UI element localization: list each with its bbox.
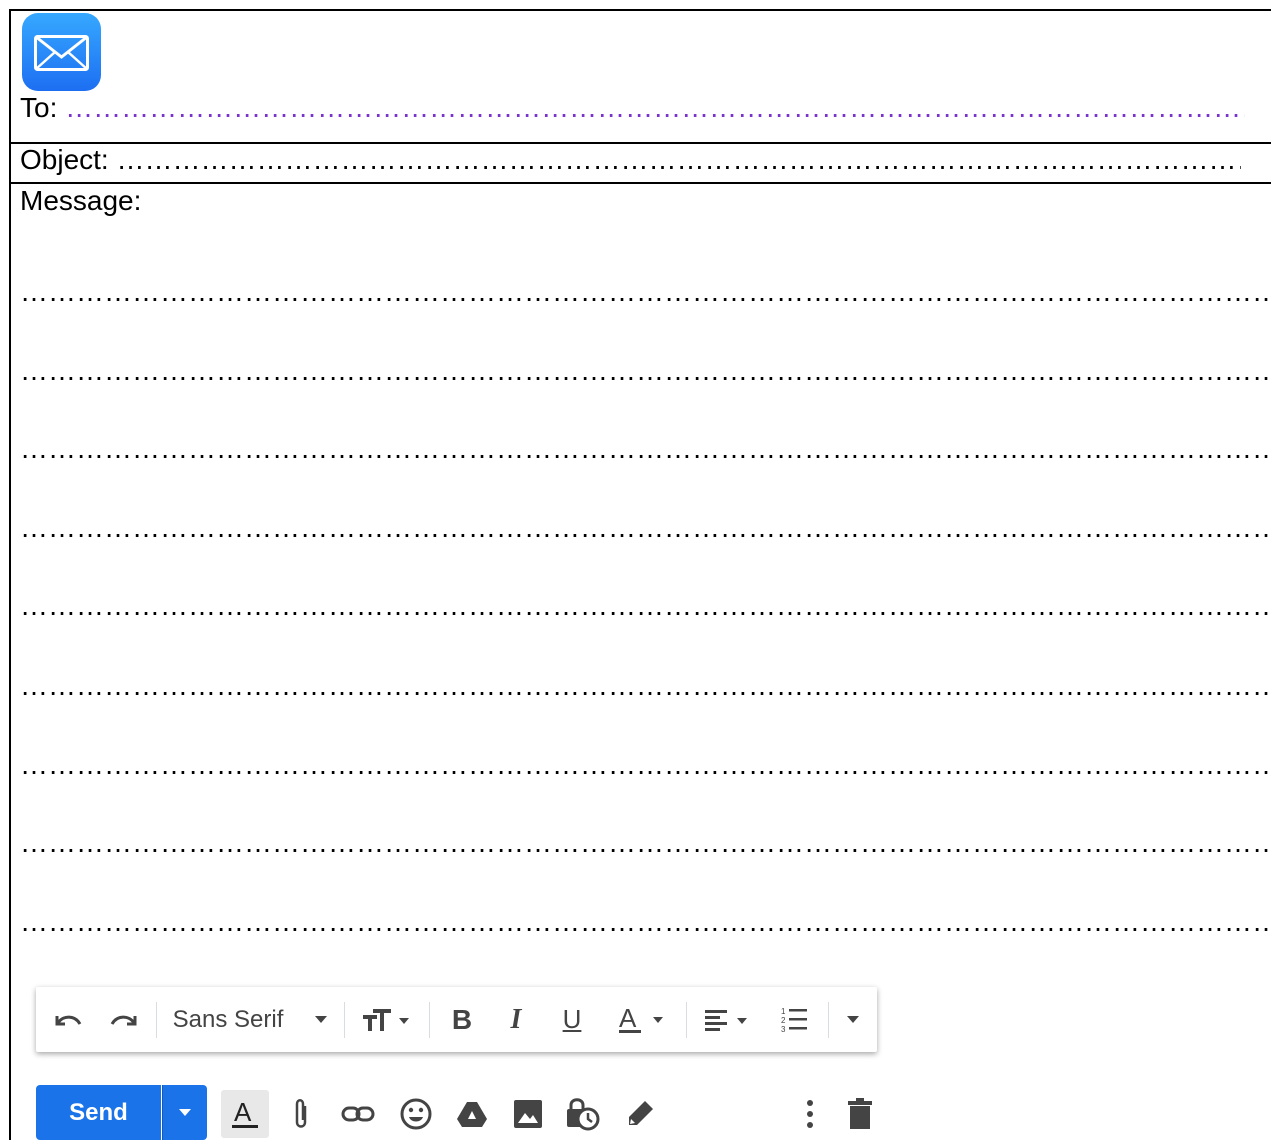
to-label: To: xyxy=(20,92,66,123)
message-line[interactable]: …………………………………………………………………………………………………………… xyxy=(20,590,1271,622)
message-line[interactable]: …………………………………………………………………………………………………………… xyxy=(20,670,1271,702)
emoji-icon[interactable] xyxy=(396,1090,436,1138)
send-options-button[interactable] xyxy=(162,1085,207,1140)
undo-icon[interactable] xyxy=(48,987,88,1052)
svg-text:3: 3 xyxy=(781,1025,786,1034)
toolbar-separator xyxy=(429,1002,430,1038)
trash-icon[interactable] xyxy=(842,1090,878,1138)
bold-icon[interactable]: B xyxy=(444,987,480,1052)
numbered-list-icon[interactable]: 1 2 3 xyxy=(774,987,814,1052)
message-line[interactable]: …………………………………………………………………………………………………………… xyxy=(20,355,1271,387)
toolbar-separator xyxy=(344,1002,345,1038)
font-family-select[interactable]: Sans Serif xyxy=(168,987,288,1052)
align-icon[interactable] xyxy=(698,987,758,1052)
message-line[interactable]: …………………………………………………………………………………………………………… xyxy=(20,512,1271,544)
text-size-icon[interactable] xyxy=(356,987,416,1052)
message-line[interactable]: …………………………………………………………………………………………………………… xyxy=(20,906,1271,938)
link-icon[interactable] xyxy=(338,1090,378,1138)
svg-text:A: A xyxy=(234,1097,252,1127)
form-frame xyxy=(9,9,1271,1140)
object-field[interactable]: Object: ……………………………………………………………………………………… xyxy=(20,144,1241,176)
mail-app-icon xyxy=(22,13,101,91)
message-line[interactable]: …………………………………………………………………………………………………………… xyxy=(20,276,1271,308)
confidential-icon[interactable] xyxy=(562,1090,602,1138)
photo-icon[interactable] xyxy=(508,1090,548,1138)
underline-icon[interactable]: U xyxy=(554,987,590,1052)
drive-icon[interactable] xyxy=(452,1090,492,1138)
to-input-dots[interactable]: …………………………………………………………………………………………………………… xyxy=(65,92,1245,124)
toolbar-separator xyxy=(686,1002,687,1038)
italic-icon[interactable]: I xyxy=(498,987,534,1052)
svg-text:2: 2 xyxy=(781,1016,786,1025)
message-label: Message: xyxy=(20,185,142,216)
divider-object xyxy=(9,182,1271,184)
to-field[interactable]: To: ………………………………………………………………………………………………… xyxy=(20,92,1245,124)
formatting-toolbar: Sans Serif B I U A 1 2 3 xyxy=(36,987,877,1052)
attach-icon[interactable] xyxy=(286,1090,316,1138)
svg-text:A: A xyxy=(619,1005,637,1033)
object-input-dots[interactable]: …………………………………………………………………………………………………………… xyxy=(116,144,1241,176)
chevron-down-icon xyxy=(179,1109,191,1116)
text-color-icon[interactable]: A xyxy=(612,987,672,1052)
redo-icon[interactable] xyxy=(104,987,144,1052)
chevron-down-icon[interactable] xyxy=(310,987,332,1052)
more-formatting-icon[interactable] xyxy=(840,987,866,1052)
message-line[interactable]: …………………………………………………………………………………………………………… xyxy=(20,433,1271,465)
toolbar-separator xyxy=(156,1002,157,1038)
signature-icon[interactable] xyxy=(620,1090,660,1138)
more-options-icon[interactable] xyxy=(797,1090,823,1138)
object-label: Object: xyxy=(20,144,117,175)
svg-text:1: 1 xyxy=(781,1007,786,1016)
send-button[interactable]: Send xyxy=(36,1085,161,1140)
toolbar-separator xyxy=(828,1002,829,1038)
formatting-options-icon[interactable]: A xyxy=(221,1090,269,1138)
message-line[interactable]: …………………………………………………………………………………………………………… xyxy=(20,827,1271,859)
message-line[interactable]: …………………………………………………………………………………………………………… xyxy=(20,749,1271,781)
